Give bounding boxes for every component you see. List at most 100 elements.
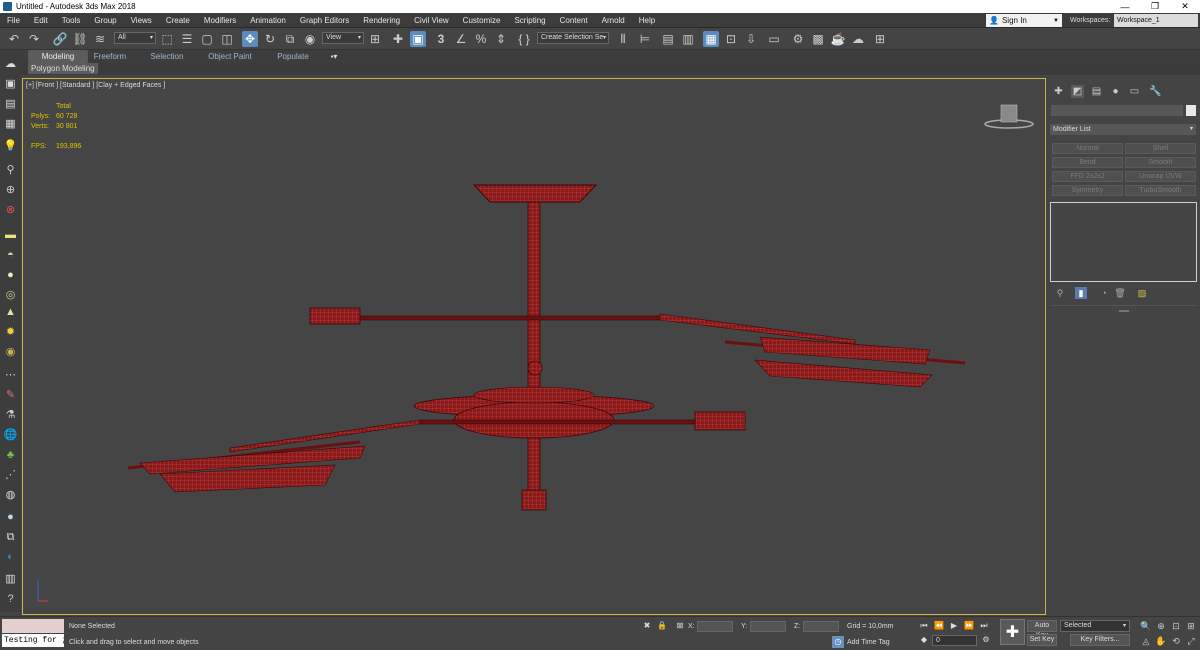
maxscript-input[interactable]: Testing for ; [2,634,64,647]
menu-create[interactable]: Create [159,13,197,28]
box-icon[interactable]: ▬ [3,228,18,243]
foliage-icon[interactable]: ♣ [3,448,18,463]
model-rotor[interactable] [120,180,980,520]
close-button[interactable]: ✕ [1170,0,1200,13]
sign-in-dropdown[interactable]: 👤 Sign In ▼ [986,14,1062,27]
x-coordinate-field[interactable] [697,621,733,632]
scene-explorer-icon[interactable]: ▥ [680,31,696,47]
rect-region-icon[interactable]: ▢ [199,31,215,47]
place-icon[interactable]: ◉ [302,31,318,47]
key-selection-dropdown[interactable]: Selected ▾ [1060,620,1130,632]
zoom-icon[interactable]: 🔍 [1140,620,1152,632]
scene-explorer-icon[interactable]: ▤ [3,97,18,112]
pan-icon[interactable]: ✋ [1155,635,1167,647]
field-of-view-icon[interactable]: ◬ [1140,635,1152,647]
material-sphere-icon[interactable]: ● [3,510,18,525]
menu-help[interactable]: Help [632,13,662,28]
restore-button[interactable]: ❐ [1140,0,1170,13]
percent-snap-icon[interactable]: % [473,31,489,47]
display-icon[interactable]: ▭ [1128,85,1141,98]
unlink-icon[interactable]: ⛓ [72,31,88,47]
isolate-selection-icon[interactable]: ✖ [641,620,653,632]
physics-icon[interactable]: ◐ [3,550,18,565]
pyramid-icon[interactable]: ▲ [3,305,18,320]
named-selection-dropdown[interactable]: Create Selection Se ▾ [537,32,609,44]
angle-snap-icon[interactable]: ∠ [453,31,469,47]
tab-populate[interactable]: Populate [272,50,314,63]
maximize-viewport-icon[interactable]: ⤢ [1185,635,1197,647]
menu-views[interactable]: Views [124,13,159,28]
modifier-bend-button[interactable]: Bend [1052,157,1123,168]
go-to-end-icon[interactable]: ⏭ [978,620,990,632]
helper-icon[interactable]: ⚲ [3,163,18,178]
curve-editor-icon[interactable]: ⊡ [723,31,739,47]
menu-rendering[interactable]: Rendering [356,13,407,28]
rendered-frame-icon[interactable]: ▩ [810,31,826,47]
layer-explorer-icon[interactable]: ▤ [660,31,676,47]
menu-file[interactable]: File [0,13,27,28]
torus-icon[interactable]: ◎ [3,288,18,303]
modifier-list-dropdown[interactable]: Modifier List ▾ [1050,124,1196,135]
bind-space-warp-icon[interactable]: ≋ [92,31,108,47]
material-editor-icon[interactable]: ▭ [766,31,782,47]
zoom-all-icon[interactable]: ⊕ [1155,620,1167,632]
cone-icon[interactable]: ◓ [3,248,18,263]
redo-icon[interactable]: ↷ [26,31,42,47]
modifier-icon[interactable]: ⧉ [3,530,18,545]
viewcube[interactable] [984,100,1036,130]
tools-icon[interactable]: ▥ [3,572,18,587]
modify-icon[interactable]: ◩ [1071,85,1084,98]
tab-object-paint[interactable]: Object Paint [204,50,256,63]
layer-manager-icon[interactable]: ▦ [3,117,18,132]
snaps-3d-icon[interactable]: 3 [433,31,449,47]
modifier-ffd-button[interactable]: FFD 2x2x2 [1052,171,1123,182]
modifier-smooth-button[interactable]: Smooth [1125,157,1196,168]
grid-icon[interactable]: ⋯ [3,368,18,383]
set-key-icon[interactable]: ✚ [1000,619,1025,645]
z-coordinate-field[interactable] [803,621,839,632]
remove-modifier-icon[interactable]: 🗑 [1114,287,1126,299]
selection-lock-icon[interactable]: 🔒 [656,620,668,632]
motion-icon[interactable]: ● [1109,85,1122,98]
add-time-tag[interactable]: Add Time Tag [847,639,890,646]
modifier-stack[interactable] [1050,202,1197,282]
render-cloud-icon[interactable]: ⊞ [872,31,888,47]
key-filters-button[interactable]: Key Filters... [1070,634,1130,646]
auto-key-button[interactable]: Auto Key [1027,620,1057,639]
render-production-icon[interactable]: ☕ [830,31,846,47]
shell-icon[interactable]: ◍ [3,488,18,503]
absolute-mode-icon[interactable]: ⊠ [674,620,686,632]
menu-group[interactable]: Group [87,13,123,28]
mirror-icon[interactable]: ⫴ [615,31,631,47]
render-setup-icon[interactable]: ⚙ [790,31,806,47]
undo-icon[interactable]: ↶ [6,31,22,47]
create-icon[interactable]: ✚ [1052,85,1065,98]
menu-arnold[interactable]: Arnold [595,13,632,28]
align-icon[interactable]: ⊨ [637,31,653,47]
zoom-extents-all-icon[interactable]: ⊞ [1185,620,1197,632]
menu-tools[interactable]: Tools [55,13,88,28]
render-iterative-icon[interactable]: ☁ [850,31,866,47]
utilities-icon[interactable]: 🔧 [1149,85,1162,98]
object-name-field[interactable] [1051,105,1183,116]
geosphere-icon[interactable]: ◉ [3,345,18,360]
menu-graph-editors[interactable]: Graph Editors [293,13,356,28]
menu-scripting[interactable]: Scripting [507,13,552,28]
selection-filter-dropdown[interactable]: All ▾ [114,32,156,44]
menu-content[interactable]: Content [553,13,595,28]
maxscript-listener-output[interactable] [2,619,64,633]
sun-icon[interactable]: ✹ [3,325,18,340]
menu-edit[interactable]: Edit [27,13,55,28]
make-unique-icon[interactable]: ◔ [1098,287,1110,299]
go-to-start-icon[interactable]: ⏮ [918,620,930,632]
modifier-normal-button[interactable]: Normal [1052,143,1123,154]
manipulate-icon[interactable]: ✚ [390,31,406,47]
select-move-icon[interactable]: ✥ [242,31,258,47]
show-end-result-icon[interactable]: ▮ [1075,287,1087,299]
menu-modifiers[interactable]: Modifiers [197,13,243,28]
set-key-button[interactable]: Set Key [1027,634,1057,646]
time-config-icon[interactable]: ⚙ [980,634,992,646]
menu-animation[interactable]: Animation [243,13,293,28]
modifier-unwrap-uvw-button[interactable]: Unwrap UVW [1125,171,1196,182]
select-rotate-icon[interactable]: ↻ [262,31,278,47]
